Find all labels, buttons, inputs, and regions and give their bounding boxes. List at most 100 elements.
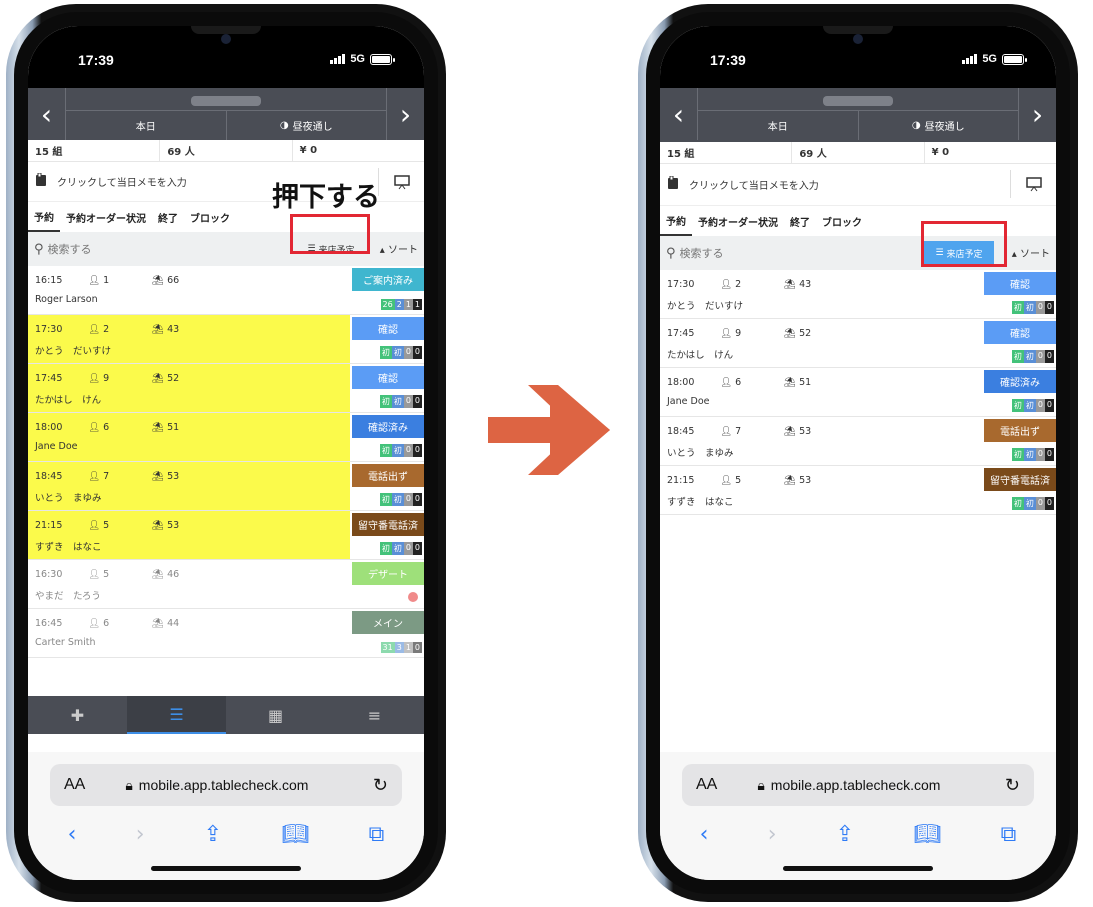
today-button[interactable]: 本日 <box>66 111 227 140</box>
tab-block[interactable]: ブロック <box>816 206 868 236</box>
tab-reservations[interactable]: 予約 <box>28 202 60 232</box>
visit-badge: 1 <box>412 299 422 310</box>
daynight-button[interactable]: ◑ 昼夜通し <box>227 111 387 140</box>
text-size-button[interactable]: AA <box>696 776 717 794</box>
forward-icon[interactable]: › <box>768 822 777 847</box>
chevron-left-icon[interactable]: ‹ <box>28 88 66 140</box>
tab-finished[interactable]: 終了 <box>784 206 816 236</box>
visit-count-badges: 初初00 <box>1011 399 1054 412</box>
list-icon[interactable]: ☰ <box>127 696 226 734</box>
menu-icon[interactable]: ≡ <box>325 696 424 734</box>
caret-up-icon: ▴ <box>379 245 388 256</box>
seat-count: ⛱︎ 43 <box>152 324 180 335</box>
status-badge[interactable]: デザート <box>352 562 424 585</box>
tab-order-status[interactable]: 予約オーダー状況 <box>60 202 152 232</box>
reservation-list: 17:30 👤︎ 2 ⛱︎ 43 かとう だいすけ 確認初初 0 0 17:45 👤︎ 9 ⛱︎ 52 たか… <box>660 270 1056 515</box>
half-circle-icon: ◑ <box>279 120 289 131</box>
reservation-row[interactable]: 17:45 👤︎ 9 ⛱︎ 52 たかはし けん 確認初初 0 0 <box>28 364 424 413</box>
reload-icon[interactable]: ↻ <box>373 775 388 796</box>
presentation-icon[interactable] <box>1010 170 1056 198</box>
chevron-right-icon[interactable]: › <box>1018 88 1056 140</box>
reservation-row[interactable]: 16:15 👤︎ 1 ⛱︎ 66 Roger Larson ご案内済み 26 2 1 1 <box>28 266 424 315</box>
reservation-row[interactable]: 17:45 👤︎ 9 ⛱︎ 52 たかはし けん 確認初初 0 0 <box>660 319 1056 368</box>
party-size: 👤︎ 6 <box>88 422 110 433</box>
tab-reservations[interactable]: 予約 <box>660 206 692 236</box>
status-badge[interactable]: 確認 <box>984 272 1056 295</box>
seat-count: ⛱︎ 52 <box>784 328 812 339</box>
tab-order-status[interactable]: 予約オーダー状況 <box>692 206 784 236</box>
signal-icon <box>962 54 978 64</box>
status-badge[interactable]: 留守番電話済 <box>984 468 1056 491</box>
party-size: 👤︎ 5 <box>88 520 110 531</box>
tab-block[interactable]: ブロック <box>184 202 236 232</box>
forward-icon[interactable]: › <box>136 822 145 847</box>
url-text: mobile.app.tablecheck.com <box>770 777 941 793</box>
status-badge[interactable]: 電話出ず <box>984 419 1056 442</box>
url-bar[interactable]: AA 🔒︎ mobile.app.tablecheck.com ↻ <box>50 764 402 806</box>
party-size-icon: 👤︎ <box>720 475 733 486</box>
share-icon[interactable]: ⇪ <box>204 822 222 847</box>
presentation-icon[interactable] <box>378 168 424 196</box>
reservation-time: 16:45 <box>35 618 63 629</box>
party-size-icon: 👤︎ <box>88 275 101 286</box>
visit-badge: 0 <box>403 493 413 506</box>
visit-badge: 0 <box>1035 497 1045 510</box>
visit-badge: 初 <box>1011 497 1024 510</box>
reservation-row[interactable]: 17:30 👤︎ 2 ⛱︎ 43 かとう だいすけ 確認初初 0 0 <box>660 270 1056 319</box>
reservation-time: 18:00 <box>667 377 695 388</box>
status-badge[interactable]: 確認 <box>984 321 1056 344</box>
reservation-row[interactable]: 17:30 👤︎ 2 ⛱︎ 43 かとう だいすけ 確認初初 0 0 <box>28 315 424 364</box>
party-size-icon: 👤︎ <box>88 520 101 531</box>
reservation-row[interactable]: 21:15 👤︎ 5 ⛱︎ 53 すずき はなこ 留守番電話済初初 0 0 <box>28 511 424 560</box>
seat-count-icon: ⛱︎ <box>152 422 165 433</box>
back-icon[interactable]: ‹ <box>700 822 709 847</box>
memo-field[interactable]: クリックして当日メモを入力 <box>660 164 1056 206</box>
status-badge[interactable]: 確認 <box>352 366 424 389</box>
status-badge[interactable]: メイン <box>352 611 424 634</box>
status-badge[interactable]: 留守番電話済 <box>352 513 424 536</box>
plus-icon[interactable]: ✚ <box>28 696 127 734</box>
reservation-row[interactable]: 18:45 👤︎ 7 ⛱︎ 53 いとう まゆみ 電話出ず初初 0 0 <box>660 417 1056 466</box>
reservation-row[interactable]: 18:45 👤︎ 7 ⛱︎ 53 いとう まゆみ 電話出ず初初 0 0 <box>28 462 424 511</box>
phone-before: 17:39 5G ‹ 本日 ◑ 昼夜通し › 15 組 69 人 ¥ 0 クリッ… <box>6 4 446 902</box>
reservation-list: 16:15 👤︎ 1 ⛱︎ 66 Roger Larson ご案内済み 26 2 1 1 17:30 👤… <box>28 266 424 658</box>
reservation-row[interactable]: 18:00 👤︎ 6 ⛱︎ 51 Jane Doe 確認済み初初 0 0 <box>28 413 424 462</box>
tab-finished[interactable]: 終了 <box>152 202 184 232</box>
status-badge[interactable]: 確認済み <box>984 370 1056 393</box>
daynight-button[interactable]: ◑ 昼夜通し <box>859 111 1019 140</box>
chevron-left-icon[interactable]: ‹ <box>660 88 698 140</box>
visit-badge: 初 <box>391 346 404 359</box>
tabs-icon[interactable]: ⧉ <box>369 822 385 847</box>
sort-button[interactable]: ▴ ソート <box>1012 245 1050 260</box>
group-count: 15 組 <box>660 142 793 163</box>
text-size-button[interactable]: AA <box>64 776 85 794</box>
tabs-icon[interactable]: ⧉ <box>1001 822 1017 847</box>
reservation-row[interactable]: 16:45 👤︎ 6 ⛱︎ 44 Carter Smith メイン 31 3 1 0 <box>28 609 424 658</box>
reservation-row[interactable]: 18:00 👤︎ 6 ⛱︎ 51 Jane Doe 確認済み初初 0 0 <box>660 368 1056 417</box>
grid-icon[interactable]: ▦ <box>226 696 325 734</box>
sort-button[interactable]: ▴ ソート <box>380 241 418 256</box>
bookmarks-icon[interactable]: 📖︎ <box>281 822 309 847</box>
reservation-row[interactable]: 21:15 👤︎ 5 ⛱︎ 53 すずき はなこ 留守番電話済初初 0 0 <box>660 466 1056 515</box>
search-input[interactable]: 検索する <box>48 241 92 257</box>
back-icon[interactable]: ‹ <box>68 822 77 847</box>
chevron-right-icon[interactable]: › <box>386 88 424 140</box>
share-icon[interactable]: ⇪ <box>836 822 854 847</box>
reload-icon[interactable]: ↻ <box>1005 775 1020 796</box>
status-badge[interactable]: 確認済み <box>352 415 424 438</box>
browser-toolbar: ‹ › ⇪ 📖︎ ⧉ <box>670 814 1046 854</box>
reservation-row[interactable]: 16:30 👤︎ 5 ⛱︎ 46 やまだ たろう デザート <box>28 560 424 609</box>
lock-icon: 🔒︎ <box>125 776 133 793</box>
visit-count-badges: 初初00 <box>1011 497 1054 510</box>
url-bar[interactable]: AA 🔒︎ mobile.app.tablecheck.com ↻ <box>682 764 1034 806</box>
search-input[interactable]: 検索する <box>680 245 724 261</box>
clock: 17:39 <box>78 52 114 68</box>
status-badge[interactable]: 確認 <box>352 317 424 340</box>
status-badge[interactable]: ご案内済み <box>352 268 424 291</box>
bookmarks-icon[interactable]: 📖︎ <box>913 822 941 847</box>
status-badge[interactable]: 電話出ず <box>352 464 424 487</box>
guest-name: やまだ たろう <box>35 591 101 602</box>
reservation-time: 18:45 <box>667 426 695 437</box>
visit-badge: 初 <box>391 542 404 555</box>
today-button[interactable]: 本日 <box>698 111 859 140</box>
